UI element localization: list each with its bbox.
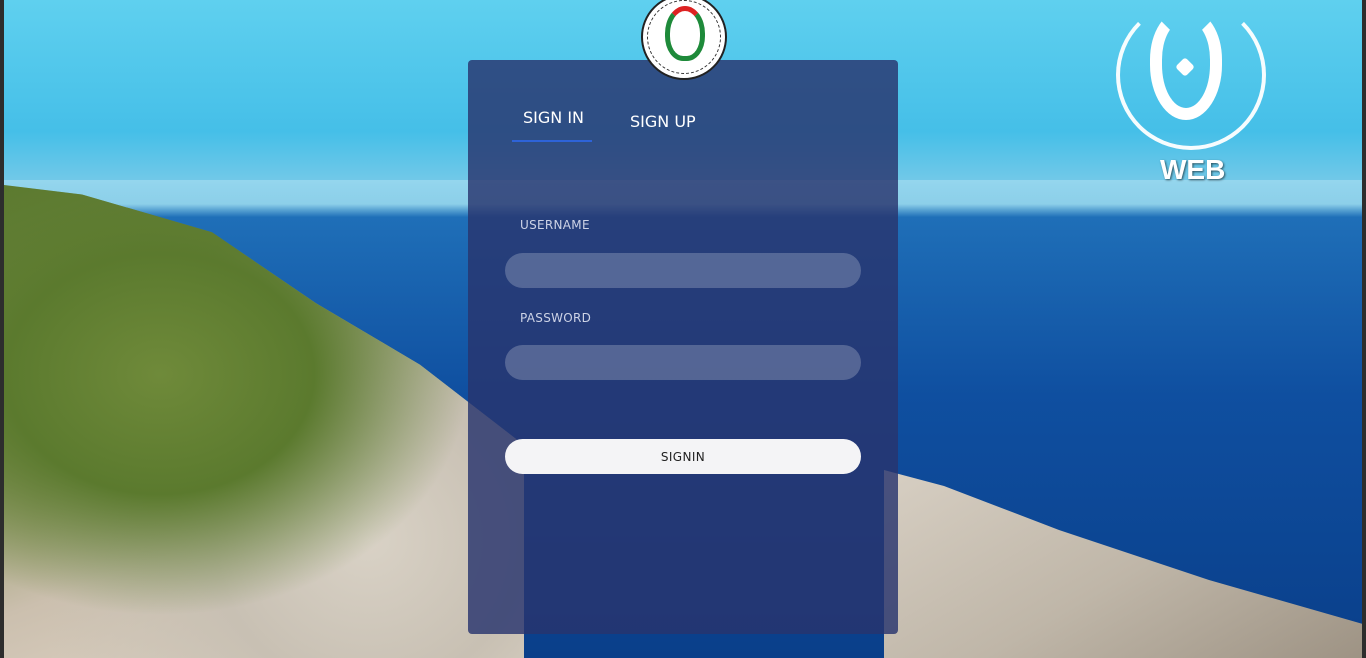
- window-border-right: [1362, 0, 1366, 658]
- login-panel: SIGN IN SIGN UP USERNAME PASSWORD SIGNIN: [468, 60, 898, 634]
- tab-sign-in[interactable]: SIGN IN: [523, 108, 584, 127]
- password-label: PASSWORD: [520, 311, 592, 325]
- hillside-town: [4, 185, 524, 658]
- emblem-glyph: [665, 6, 705, 61]
- active-tab-indicator: [512, 140, 592, 142]
- signin-button[interactable]: SIGNIN: [505, 439, 861, 474]
- logo-web-text: WEB: [1160, 154, 1226, 185]
- web-logo: WEB: [1112, 0, 1272, 190]
- password-input[interactable]: [505, 345, 861, 380]
- window-border-left: [0, 0, 4, 658]
- tab-sign-up[interactable]: SIGN UP: [630, 112, 696, 131]
- username-label: USERNAME: [520, 218, 590, 232]
- coastal-town: [884, 470, 1362, 658]
- username-input[interactable]: [505, 253, 861, 288]
